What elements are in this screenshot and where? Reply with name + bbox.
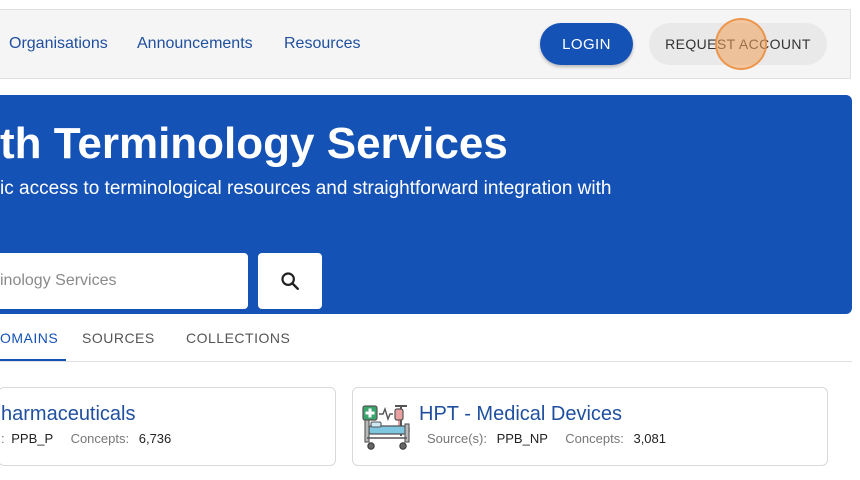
hospital-bed-icon (362, 405, 410, 450)
source-label: : (1, 431, 5, 446)
tab-domains[interactable]: OMAINS (0, 330, 58, 346)
nav-link-organisations[interactable]: Organisations (9, 34, 108, 54)
tab-sources[interactable]: SOURCES (82, 330, 155, 346)
concepts-value: 6,736 (138, 431, 172, 446)
card-meta: Source(s): PPB_NP Concepts: 3,081 (427, 431, 666, 447)
nav-link-resources[interactable]: Resources (284, 34, 360, 54)
search-container (0, 253, 248, 309)
source-value: PPB_P (11, 431, 53, 446)
hero-subtitle: ic access to terminological resources an… (0, 178, 612, 199)
content-tabs: OMAINS SOURCES COLLECTIONS (0, 314, 852, 362)
hero-title: th Terminology Services (0, 119, 508, 168)
login-button[interactable]: LOGIN (540, 23, 633, 65)
source-value: PPB_NP (496, 431, 548, 446)
search-button[interactable] (258, 253, 322, 309)
concepts-label: Concepts: (565, 431, 624, 446)
tab-collections[interactable]: COLLECTIONS (186, 330, 290, 346)
concepts-value: 3,081 (633, 431, 667, 446)
source-label: Source(s): (427, 431, 487, 446)
hero-banner: th Terminology Services ic access to ter… (0, 95, 852, 314)
card-title[interactable]: HPT - Medical Devices (419, 402, 622, 426)
domain-card[interactable]: HPT - Medical Devices Source(s): PPB_NP … (352, 387, 828, 466)
search-input[interactable] (0, 253, 240, 309)
top-navigation-bar: Organisations Announcements Resources LO… (0, 9, 851, 79)
card-meta: : PPB_P Concepts: 6,736 (1, 431, 171, 447)
concepts-label: Concepts: (70, 431, 130, 446)
search-icon (281, 272, 299, 290)
domain-card[interactable]: harmaceuticals : PPB_P Concepts: 6,736 (0, 387, 336, 466)
active-tab-indicator (0, 359, 66, 361)
nav-link-announcements[interactable]: Announcements (137, 34, 253, 54)
app-root: Organisations Announcements Resources LO… (0, 0, 860, 480)
card-title[interactable]: harmaceuticals (1, 402, 136, 426)
request-account-button[interactable]: REQUEST ACCOUNT (649, 23, 827, 65)
